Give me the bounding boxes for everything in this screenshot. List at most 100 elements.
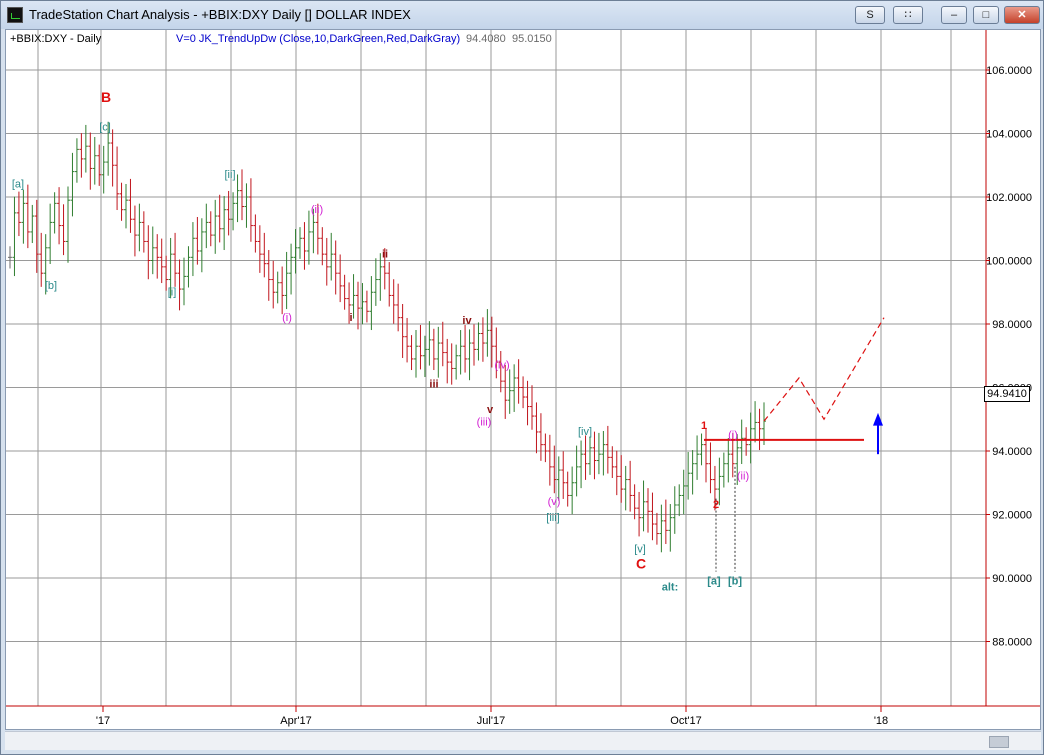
ohlc-bar <box>418 324 423 370</box>
ohlc-bar <box>266 250 271 301</box>
ohlc-bar <box>561 451 566 499</box>
ohlc-bar <box>195 217 200 265</box>
ohlc-bar <box>427 321 432 366</box>
ohlc-bar <box>262 232 267 278</box>
ohlc-bar <box>298 227 302 259</box>
ohlc-bar <box>124 183 128 229</box>
horizontal-scrollbar[interactable] <box>5 731 1041 750</box>
wave-label: (i) <box>728 429 738 441</box>
ohlc-bar <box>507 369 512 414</box>
wave-label: ii <box>382 248 388 260</box>
wave-label: 1 <box>701 420 707 432</box>
ohlc-bar <box>280 266 285 315</box>
ohlc-bar <box>690 450 695 495</box>
ohlc-bar <box>244 183 249 228</box>
ohlc-bar <box>338 254 343 303</box>
ohlc-bar <box>565 471 570 507</box>
wave-label: [iv] <box>578 426 592 438</box>
ohlc-bar <box>400 303 405 358</box>
wave-label: [iii] <box>546 512 559 524</box>
wave-label: (i) <box>282 312 292 324</box>
ohlc-bar <box>583 435 588 480</box>
ohlc-bar <box>226 190 231 236</box>
tradestation-app-icon[interactable] <box>7 7 23 23</box>
ohlc-bar <box>628 460 633 512</box>
ohlc-bar <box>208 211 213 247</box>
wave-label: [ii] <box>225 169 236 181</box>
minimize-button[interactable]: – <box>941 6 967 24</box>
ohlc-bar <box>342 274 347 310</box>
ohlc-bar <box>110 129 115 187</box>
indicator-label: V=0 JK_TrendUpDw (Close,10,DarkGreen,Red… <box>176 33 461 45</box>
wave-label: [a] <box>12 178 24 190</box>
ohlc-bar <box>458 330 463 375</box>
ohlc-bar <box>271 260 276 309</box>
ohlc-bar <box>373 258 378 306</box>
wave-label: [v] <box>634 544 646 556</box>
ohlc-bar <box>231 192 236 231</box>
ohlc-bar <box>21 189 26 244</box>
window-title: TradeStation Chart Analysis - +BBIX:DXY … <box>29 7 411 22</box>
indicator-value-2: 95.0150 <box>512 33 552 45</box>
ohlc-bar <box>521 376 526 409</box>
ohlc-bar <box>101 145 106 194</box>
title-bar[interactable]: TradeStation Chart Analysis - +BBIX:DXY … <box>1 1 1043 29</box>
y-tick-label: 88.0000 <box>992 637 1032 649</box>
ohlc-bar <box>79 133 84 178</box>
ohlc-bar <box>146 225 151 280</box>
ohlc-bar <box>257 225 262 273</box>
ohlc-bar <box>128 178 133 233</box>
ohlc-bar <box>8 246 12 269</box>
ohlc-bar <box>659 504 664 553</box>
ohlc-bar <box>177 259 182 311</box>
ohlc-bar <box>596 432 601 475</box>
ohlc-bar <box>454 344 459 380</box>
ohlc-bar <box>61 204 66 256</box>
chart-area[interactable]: 106.0000 104.0000 102.0000 100.0000 98.0000 9… <box>5 29 1041 730</box>
ohlc-bar <box>48 203 53 264</box>
last-price-tag: 94.9410 <box>984 386 1030 402</box>
ohlc-bar <box>182 257 186 306</box>
ohlc-bar <box>119 182 124 221</box>
wave-label: v <box>487 404 494 416</box>
ohlc-bar <box>405 317 410 363</box>
ohlc-bar <box>588 436 592 475</box>
close-button[interactable]: ✕ <box>1004 6 1040 24</box>
ohlc-bar <box>663 499 668 545</box>
y-tick-label: 102.0000 <box>986 192 1032 204</box>
ohlc-bar <box>173 232 178 287</box>
symbol-label: +BBIX:DXY - Daily <box>10 33 102 45</box>
ohlc-bar <box>302 222 307 270</box>
ohlc-bar <box>132 205 137 257</box>
ohlc-bar <box>92 136 97 185</box>
ohlc-bar <box>213 199 218 254</box>
ohlc-bar <box>275 271 280 304</box>
ohlc-bar <box>329 232 334 281</box>
ohlc-bar <box>614 450 619 496</box>
ohlc-bar <box>646 488 650 533</box>
ohlc-bar <box>364 290 369 323</box>
wave-label: iii <box>429 379 438 391</box>
maximize-button[interactable]: □ <box>973 6 999 24</box>
ohlc-bar <box>503 364 508 419</box>
ohlc-bar <box>391 279 396 324</box>
ohlc-bar <box>672 486 677 534</box>
wave-label: (iii) <box>477 417 492 429</box>
ohlc-bar <box>530 385 534 430</box>
x-tick-label: '18 <box>874 715 888 727</box>
price-chart[interactable]: 106.0000 104.0000 102.0000 100.0000 98.0000 9… <box>6 30 1040 729</box>
ohlc-bar <box>467 329 472 381</box>
ohlc-bar <box>70 152 75 217</box>
ohlc-bar <box>717 457 722 506</box>
ohlc-bar <box>695 435 700 480</box>
s-button[interactable]: S <box>855 6 885 24</box>
ohlc-bar <box>668 504 673 552</box>
chart-window: TradeStation Chart Analysis - +BBIX:DXY … <box>0 0 1044 755</box>
ohlc-bar <box>570 466 575 515</box>
ohlc-bar <box>248 178 253 242</box>
ohlc-bar <box>16 191 21 237</box>
ohlc-bar <box>512 364 517 412</box>
scrollbar-thumb[interactable] <box>989 736 1009 748</box>
ohlc-bar <box>25 184 30 249</box>
grid-button[interactable]: ∷ <box>893 6 923 24</box>
